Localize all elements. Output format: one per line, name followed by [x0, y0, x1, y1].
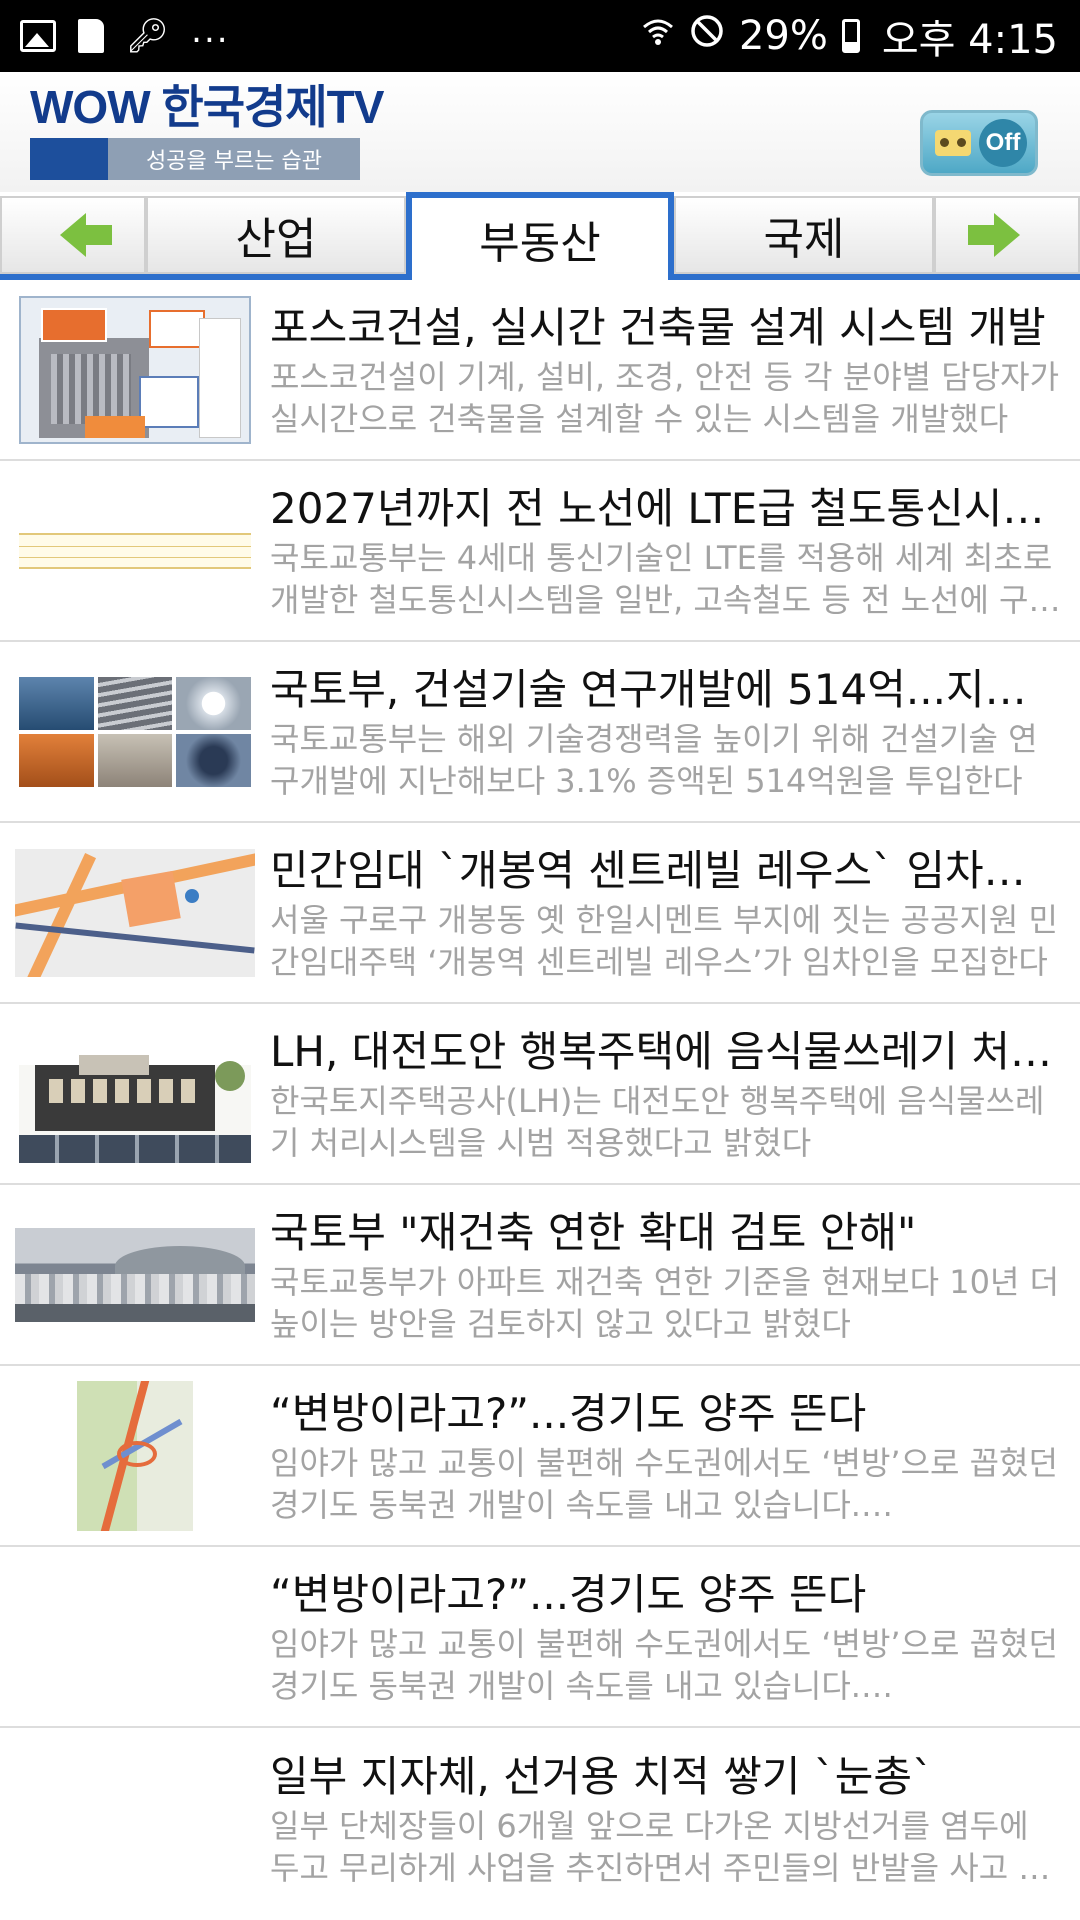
tab-real-estate[interactable]: 부동산: [406, 192, 674, 280]
news-text: LH, 대전도안 행복주택에 음식물쓰레기 처리시스템 적용 한국토지주택공사(…: [270, 1024, 1062, 1164]
news-summary: 임야가 많고 교통이 불편해 수도권에서도 ‘변방’으로 꼽혔던 경기도 동북권…: [270, 1624, 1058, 1705]
news-text: “변방이라고?”...경기도 양주 뜬다 임야가 많고 교통이 불편해 수도권에…: [270, 1567, 1062, 1707]
thumbnail-image: [19, 676, 251, 787]
news-item[interactable]: “변방이라고?”...경기도 양주 뜬다 임야가 많고 교통이 불편해 수도권에…: [0, 1547, 1080, 1728]
news-item[interactable]: 국토부, 건설기술 연구개발에 514억...지진·안전 강화 국토교통부는 해…: [0, 642, 1080, 823]
app-header: WOW 한국경제TV 성공을 부르는 습관 Off: [0, 72, 1080, 192]
news-thumbnail: [0, 1184, 270, 1365]
tab-prev-button[interactable]: [0, 196, 146, 274]
news-summary: 국토교통부가 아파트 재건축 연한 기준을 현재보다 10년 더 높이는 방안을…: [270, 1262, 1060, 1343]
news-text: “변방이라고?”...경기도 양주 뜬다 임야가 많고 교통이 불편해 수도권에…: [270, 1386, 1062, 1526]
news-title: 2027년까지 전 노선에 LTE급 철도통신시스템 구축: [270, 483, 1062, 533]
news-text: 일부 지자체, 선거용 치적 쌓기 `눈총` 일부 단체장들이 6개월 앞으로 …: [270, 1749, 1062, 1889]
status-left: 🔑︎ ...: [20, 11, 230, 56]
news-list: 포스코건설, 실시간 건축물 설계 시스템 개발 포스코건설이 기계, 설비, …: [0, 280, 1080, 1909]
news-summary: 임야가 많고 교통이 불편해 수도권에서도 ‘변방’으로 꼽혔던 경기도 동북권…: [270, 1443, 1058, 1524]
news-item[interactable]: 일부 지자체, 선거용 치적 쌓기 `눈총` 일부 단체장들이 6개월 앞으로 …: [0, 1728, 1080, 1909]
cassette-icon: [935, 130, 971, 156]
news-item[interactable]: 국토부 "재건축 연한 확대 검토 안해" 국토교통부가 아파트 재건축 연한 …: [0, 1185, 1080, 1366]
news-thumbnail-empty: [0, 1546, 270, 1727]
news-summary: 포스코건설이 기계, 설비, 조경, 안전 등 각 분야별 담당자가 실시간으로…: [270, 357, 1060, 438]
news-text: 국토부 "재건축 연한 확대 검토 안해" 국토교통부가 아파트 재건축 연한 …: [270, 1205, 1062, 1345]
logo-block: [30, 138, 108, 180]
news-thumbnail: [0, 1365, 270, 1546]
news-title: “변방이라고?”...경기도 양주 뜬다: [270, 1388, 867, 1438]
news-thumbnail: [0, 279, 270, 460]
news-thumbnail: [0, 822, 270, 1003]
news-item[interactable]: 포스코건설, 실시간 건축물 설계 시스템 개발 포스코건설이 기계, 설비, …: [0, 280, 1080, 461]
news-title: LH, 대전도안 행복주택에 음식물쓰레기 처리시스템 적용: [270, 1026, 1062, 1076]
arrow-right-icon: [968, 213, 1020, 257]
news-title: 국토부 "재건축 연한 확대 검토 안해": [270, 1207, 917, 1257]
status-right: 29% 오후 4:15: [641, 7, 1058, 65]
logo-bar: 성공을 부르는 습관: [30, 138, 360, 180]
sd-card-icon: [78, 19, 104, 53]
tab-next-button[interactable]: [934, 196, 1080, 274]
news-text: 국토부, 건설기술 연구개발에 514억...지진·안전 강화 국토교통부는 해…: [270, 662, 1062, 802]
news-summary: 국토교통부는 해외 기술경쟁력을 높이기 위해 건설기술 연구개발에 지난해보다…: [270, 719, 1038, 800]
thumbnail-image: [19, 1024, 251, 1163]
toggle-off-label: Off: [979, 119, 1027, 167]
status-bar: 🔑︎ ... 29% 오후 4:15: [0, 0, 1080, 72]
news-thumbnail: [0, 1003, 270, 1184]
news-item[interactable]: 민간임대 `개봉역 센트레빌 레우스` 임차인 모집 서울 구로구 개봉동 옛 …: [0, 823, 1080, 1004]
clock: 오후 4:15: [881, 17, 1058, 63]
arrow-left-icon: [60, 213, 112, 257]
tab-industry[interactable]: 산업: [146, 196, 406, 274]
image-icon: [20, 20, 56, 52]
thumbnail-image: [19, 295, 251, 444]
news-thumbnail: [0, 641, 270, 822]
radio-toggle-button[interactable]: Off: [920, 110, 1038, 176]
logo-title: WOW 한국경제TV: [30, 81, 384, 133]
news-title: 포스코건설, 실시간 건축물 설계 시스템 개발: [270, 302, 1046, 352]
battery-icon: [841, 19, 860, 53]
news-thumbnail-empty: [0, 1728, 270, 1909]
news-thumbnail: [0, 460, 270, 641]
news-text: 민간임대 `개봉역 센트레빌 레우스` 임차인 모집 서울 구로구 개봉동 옛 …: [270, 843, 1062, 983]
news-item[interactable]: “변방이라고?”...경기도 양주 뜬다 임야가 많고 교통이 불편해 수도권에…: [0, 1366, 1080, 1547]
logo-tagline: 성공을 부르는 습관: [108, 138, 360, 180]
thumbnail-image: [77, 1380, 193, 1531]
category-tab-bar: 산업 부동산 국제: [0, 192, 1080, 280]
thumbnail-image: [19, 532, 251, 569]
news-text: 포스코건설, 실시간 건축물 설계 시스템 개발 포스코건설이 기계, 설비, …: [270, 300, 1062, 440]
tab-international[interactable]: 국제: [674, 196, 934, 274]
news-summary: 서울 구로구 개봉동 옛 한일시멘트 부지에 짓는 공공지원 민간임대주택 ‘개…: [270, 900, 1058, 981]
news-summary: 국토교통부는 4세대 통신기술인 LTE를 적용해 세계 최초로 개발한 철도통…: [270, 538, 1058, 619]
news-title: “변방이라고?”...경기도 양주 뜬다: [270, 1569, 867, 1619]
news-summary: 일부 단체장들이 6개월 앞으로 다가온 지방선거를 염두에 두고 무리하게 사…: [270, 1806, 1048, 1887]
news-item[interactable]: LH, 대전도안 행복주택에 음식물쓰레기 처리시스템 적용 한국토지주택공사(…: [0, 1004, 1080, 1185]
news-title: 민간임대 `개봉역 센트레빌 레우스` 임차인 모집: [270, 845, 1062, 895]
more-dots-icon: ...: [191, 11, 230, 51]
logo[interactable]: WOW 한국경제TV 성공을 부르는 습관: [30, 81, 384, 184]
news-item[interactable]: 2027년까지 전 노선에 LTE급 철도통신시스템 구축 국토교통부는 4세대…: [0, 461, 1080, 642]
news-summary: 한국토지주택공사(LH)는 대전도안 행복주택에 음식물쓰레기 처리시스템을 시…: [270, 1081, 1045, 1162]
news-text: 2027년까지 전 노선에 LTE급 철도통신시스템 구축 국토교통부는 4세대…: [270, 481, 1062, 621]
battery-percent: 29%: [738, 13, 828, 59]
thumbnail-image: [15, 848, 255, 977]
key-icon: 🔑︎: [126, 16, 170, 56]
news-title: 국토부, 건설기술 연구개발에 514억...지진·안전 강화: [270, 664, 1062, 714]
news-title: 일부 지자체, 선거용 치적 쌓기 `눈총`: [270, 1751, 934, 1801]
wifi-icon: [641, 15, 675, 58]
thumbnail-image: [15, 1227, 255, 1322]
do-not-disturb-icon: [689, 13, 725, 59]
